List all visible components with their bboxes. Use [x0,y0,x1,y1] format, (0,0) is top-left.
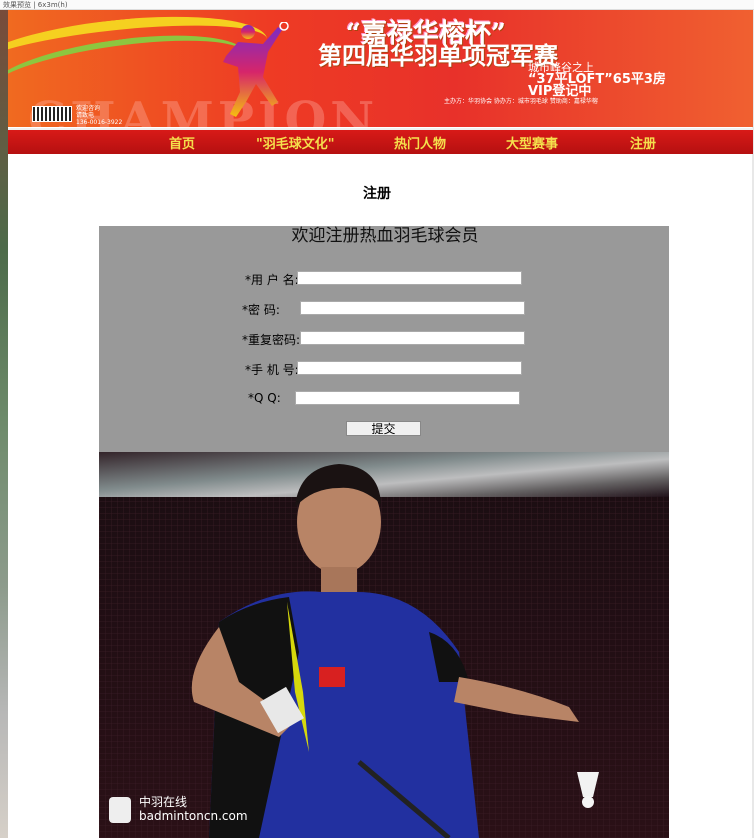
qq-label: *Q Q: [248,391,281,405]
banner-title-line2: 第四届华羽单项冠军赛 [318,41,558,70]
contact-line1: 欢迎咨询 [76,105,101,112]
watermark-cn: 中羽在线 [139,795,188,809]
player-figure-icon [191,464,599,838]
nav-item-home[interactable]: 首页 [169,133,195,152]
badmintoncn-logo-icon [109,797,131,823]
qq-field[interactable] [295,391,520,405]
username-label: *用 户 名: [245,273,299,287]
badminton-player-icon [223,22,289,117]
form-heading: 欢迎注册热血羽毛球会员 [291,226,479,246]
confirm-password-field[interactable] [300,331,525,345]
banner-promo: 城市峰谷之上 “37平LOFT”65平3房 VIP登记中 [528,62,666,99]
browser-tab-bar: 效果预览 | 6x3m(h) [0,0,754,10]
username-field[interactable] [297,271,522,285]
banner-contact: 欢迎咨询 请致电 136-0016-3922 [76,105,122,126]
contact-line2: 请致电 [76,112,95,119]
contact-line3: 136-0016-3922 [76,119,123,126]
background-strip [0,0,8,838]
nav-item-culture[interactable]: "羽毛球文化" [256,133,335,152]
phone-field[interactable] [297,361,522,375]
password-label: *密 码: [242,303,280,317]
player-photo: 中羽在线 badmintoncn.com [99,452,669,838]
header-banner: CHAMPION “嘉禄华榕杯” 第四届华羽单项冠军赛 城市峰谷之上 “37平L… [8,10,753,127]
main-nav: 首页 "羽毛球文化" 热门人物 大型赛事 注册 [8,128,753,154]
phone-label: *手 机 号: [245,363,299,377]
nav-item-events[interactable]: 大型赛事 [506,133,558,152]
submit-button[interactable]: 提交 [346,421,421,436]
qr-code-icon [32,106,72,122]
password-field[interactable] [300,301,525,315]
banner-sponsor-line: 主办方：华羽协会 协办方：城市羽毛球 赞助商：嘉禄华榕 [444,98,598,105]
nav-item-people[interactable]: 热门人物 [394,133,446,152]
confirm-password-label: *重复密码: [242,333,301,347]
watermark-url: badmintoncn.com [139,809,248,823]
page-title: 注册 [363,186,391,202]
nav-item-register[interactable]: 注册 [630,133,656,152]
